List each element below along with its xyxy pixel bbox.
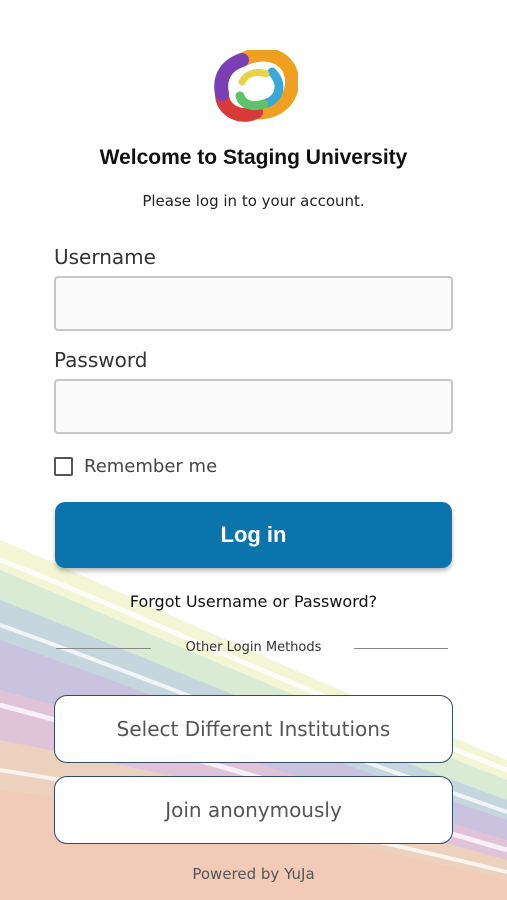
login-button[interactable]: Log in [55,502,452,568]
select-institution-button[interactable]: Select Different Institutions [54,695,453,763]
remember-me-label[interactable]: Remember me [84,456,217,477]
remember-me-row[interactable]: Remember me [54,456,217,477]
login-screen: Welcome to Staging University Please log… [0,0,507,900]
yuja-logo-icon [214,50,298,122]
powered-by-footer: Powered by YuJa [192,865,315,883]
forgot-credentials-link[interactable]: Forgot Username or Password? [0,592,507,611]
password-field[interactable] [54,379,453,434]
remember-me-checkbox[interactable] [54,457,73,476]
username-field[interactable] [54,276,453,331]
username-label: Username [54,245,156,269]
page-title: Welcome to Staging University [99,146,408,169]
join-anonymously-button[interactable]: Join anonymously [54,776,453,844]
page-subtitle: Please log in to your account. [142,192,365,210]
divider-right [354,648,448,649]
password-label: Password [54,348,148,372]
